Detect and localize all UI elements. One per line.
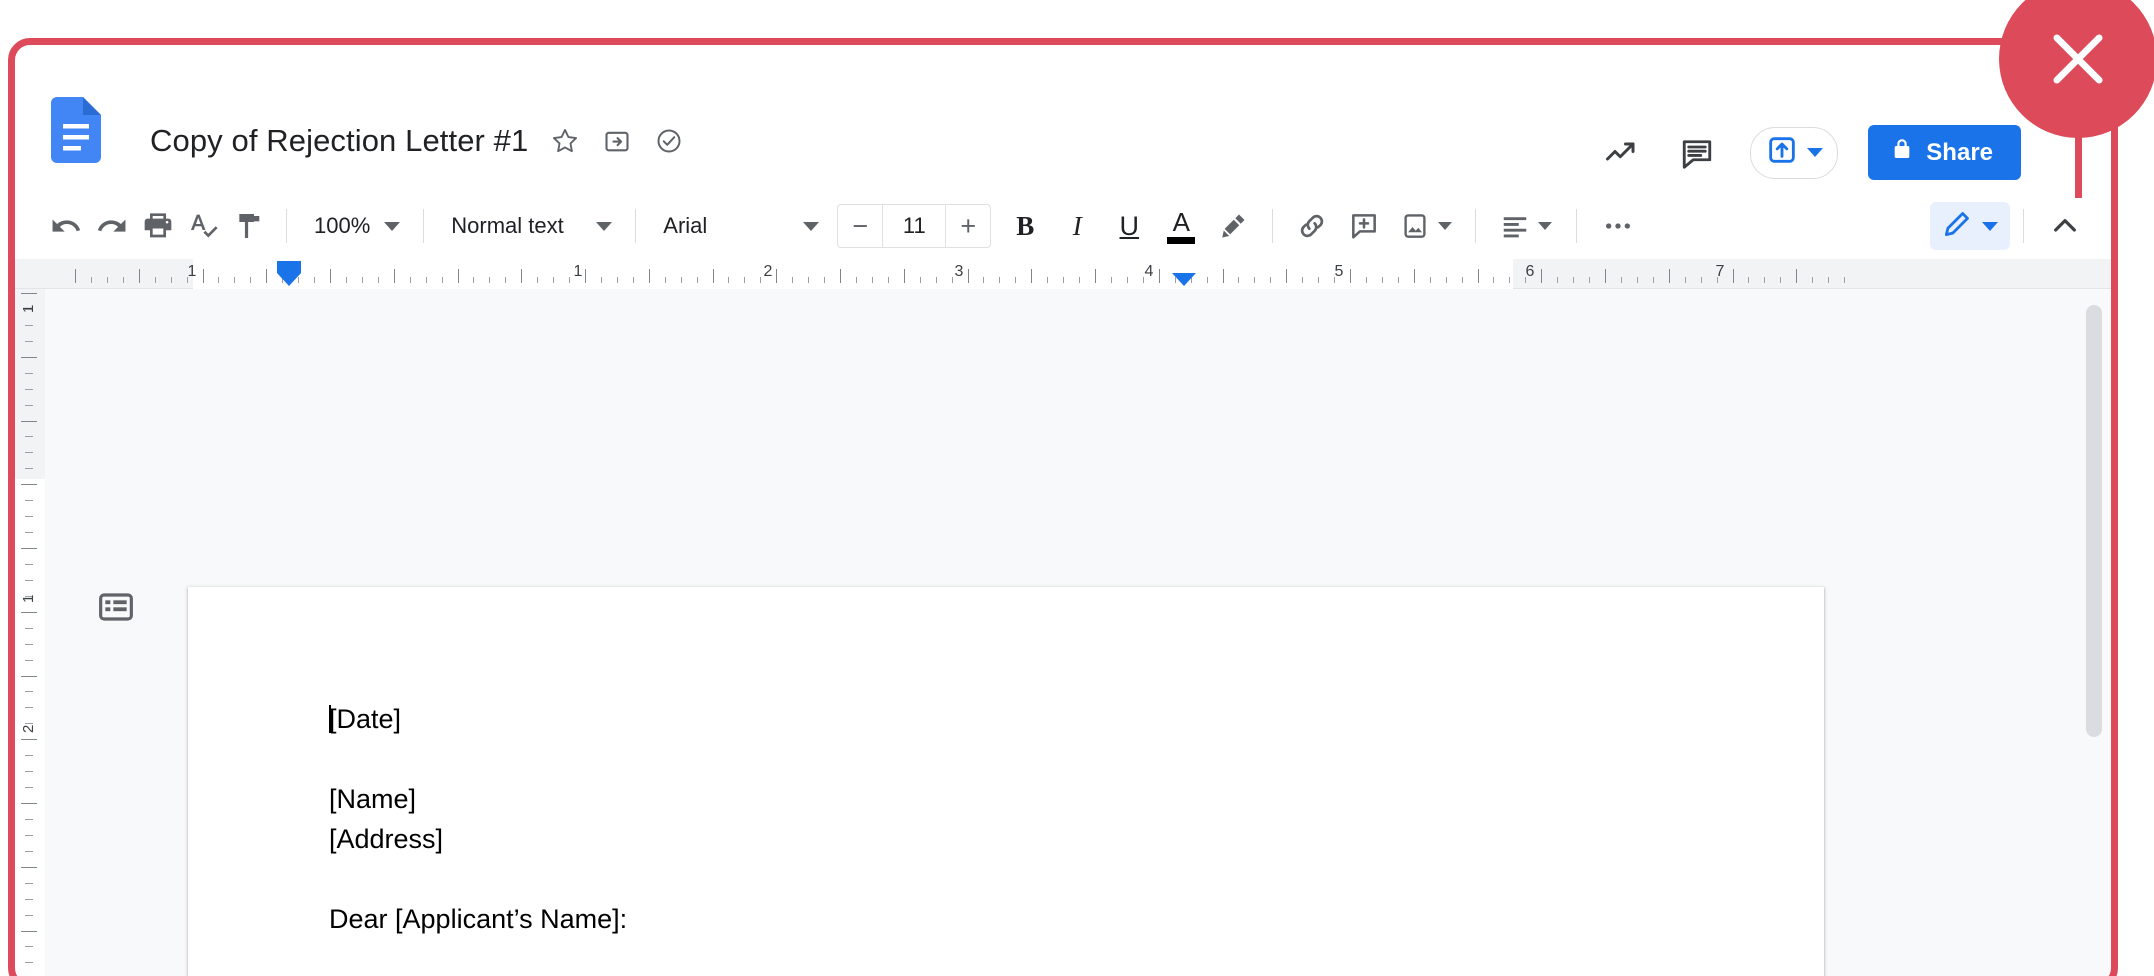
formatting-toolbar: 100% Normal text Arial − 11 + B I U A xyxy=(15,193,2111,259)
chevron-down-icon xyxy=(596,221,613,231)
ruler-number: 1 xyxy=(573,263,583,280)
ruler-number: 1 xyxy=(187,263,197,280)
chevron-down-icon xyxy=(1982,221,1998,231)
vruler-number: 1 xyxy=(20,304,37,313)
document-text[interactable]: [Date] [Name] [Address] Dear [Applicant’… xyxy=(329,699,1704,976)
share-label: Share xyxy=(1926,138,1993,166)
vruler-number: 2 xyxy=(20,724,37,733)
doc-line-blank xyxy=(329,859,1704,899)
ruler-ticks: 1 1 2 3 4 5 6 7 xyxy=(15,259,2111,288)
toolbar-divider xyxy=(286,209,287,243)
font-size-input[interactable]: 11 xyxy=(882,205,947,247)
vertical-ruler[interactable]: 1 1 2 xyxy=(15,289,45,976)
chevron-down-icon xyxy=(384,221,401,231)
comment-history-icon[interactable] xyxy=(1674,130,1720,176)
italic-button[interactable]: I xyxy=(1051,203,1103,249)
document-page[interactable]: [Date] [Name] [Address] Dear [Applicant’… xyxy=(188,587,1824,976)
docs-header: Copy of Rejection Letter #1 Share xyxy=(15,45,2111,214)
ruler-number: 7 xyxy=(1715,263,1725,280)
doc-line-salutation: Dear [Applicant’s Name]: xyxy=(329,904,628,934)
doc-line-blank xyxy=(329,939,1704,976)
vertical-scroll-thumb[interactable] xyxy=(2086,305,2102,737)
collapse-toolbar-button[interactable] xyxy=(2037,203,2093,249)
document-canvas: 1 1 2 [Date] [Name] [Address] Dear [Applic… xyxy=(15,289,2111,976)
doc-line-address: [Address] xyxy=(329,824,444,854)
present-button[interactable] xyxy=(1750,126,1839,179)
edit-mode-button[interactable] xyxy=(1930,202,2010,250)
toolbar-divider xyxy=(635,209,637,243)
ruler-number: 3 xyxy=(954,263,964,280)
cloud-saved-icon[interactable] xyxy=(654,126,684,156)
doc-line-name: [Name] xyxy=(329,784,417,814)
text-color-button[interactable]: A xyxy=(1155,203,1207,249)
font-family-value: Arial xyxy=(663,213,708,238)
ruler-number: 6 xyxy=(1525,263,1535,280)
close-x-icon xyxy=(2053,34,2103,84)
add-comment-icon[interactable] xyxy=(1338,203,1390,249)
present-upload-icon xyxy=(1765,133,1799,172)
first-line-indent-marker[interactable] xyxy=(277,273,301,286)
doc-line-date: [Date] xyxy=(329,704,402,734)
more-options-icon[interactable] xyxy=(1590,203,1646,249)
screen: Copy of Rejection Letter #1 Share 100% N… xyxy=(0,0,2154,976)
chevron-down-icon xyxy=(1538,222,1553,230)
zoom-dropdown[interactable]: 100% xyxy=(300,203,410,249)
toolbar-divider xyxy=(1272,209,1274,243)
paragraph-style-dropdown[interactable]: Normal text xyxy=(437,203,622,249)
zoom-value: 100% xyxy=(314,213,371,238)
pencil-edit-icon xyxy=(1942,209,1972,244)
left-indent-marker[interactable] xyxy=(277,261,301,273)
toolbar-divider xyxy=(2023,209,2024,243)
ruler-number: 5 xyxy=(1334,263,1344,280)
document-outline-icon[interactable] xyxy=(93,584,139,630)
text-color-swatch xyxy=(1167,236,1196,244)
font-family-dropdown[interactable]: Arial xyxy=(649,203,829,249)
insert-image-button[interactable] xyxy=(1390,203,1462,249)
vertical-scrollbar[interactable] xyxy=(2083,295,2105,976)
paragraph-style-value: Normal text xyxy=(451,213,564,238)
undo-icon[interactable] xyxy=(43,203,89,249)
toolbar-divider xyxy=(423,209,425,243)
toolbar-divider xyxy=(1475,209,1477,243)
activity-trend-icon[interactable] xyxy=(1598,130,1644,176)
paint-format-icon[interactable] xyxy=(227,203,273,249)
chevron-down-icon xyxy=(1438,222,1453,230)
underline-button[interactable]: U xyxy=(1103,203,1155,249)
bold-button[interactable]: B xyxy=(999,203,1051,249)
move-to-folder-icon[interactable] xyxy=(602,126,632,156)
title-row: Copy of Rejection Letter #1 xyxy=(150,123,684,159)
text-color-label: A xyxy=(1172,206,1190,237)
print-icon[interactable] xyxy=(135,203,181,249)
chevron-down-icon xyxy=(803,221,820,231)
chevron-down-icon xyxy=(1807,148,1824,157)
font-size-stepper: − 11 + xyxy=(837,204,992,248)
vruler-number: 1 xyxy=(20,594,37,603)
google-docs-logo[interactable] xyxy=(51,97,101,163)
star-icon[interactable] xyxy=(550,126,580,156)
ruler-number: 2 xyxy=(763,263,773,280)
header-actions: Share xyxy=(1598,125,2021,180)
doc-line-blank xyxy=(329,739,1704,779)
align-left-button[interactable] xyxy=(1489,203,1563,249)
right-indent-marker[interactable] xyxy=(1172,273,1196,286)
share-button[interactable]: Share xyxy=(1868,125,2021,180)
font-size-increase-button[interactable]: + xyxy=(946,205,990,247)
highlight-pen-icon[interactable] xyxy=(1207,203,1259,249)
redo-icon[interactable] xyxy=(89,203,135,249)
document-title[interactable]: Copy of Rejection Letter #1 xyxy=(150,123,528,159)
horizontal-ruler[interactable]: 1 1 2 3 4 5 6 7 xyxy=(15,259,2111,289)
ruler-number: 4 xyxy=(1144,263,1154,280)
insert-link-icon[interactable] xyxy=(1286,203,1338,249)
font-size-decrease-button[interactable]: − xyxy=(838,205,882,247)
google-docs-window: Copy of Rejection Letter #1 Share 100% N… xyxy=(15,45,2111,976)
spellcheck-icon[interactable] xyxy=(181,203,227,249)
lock-icon xyxy=(1890,137,1914,168)
toolbar-divider xyxy=(1576,209,1578,243)
